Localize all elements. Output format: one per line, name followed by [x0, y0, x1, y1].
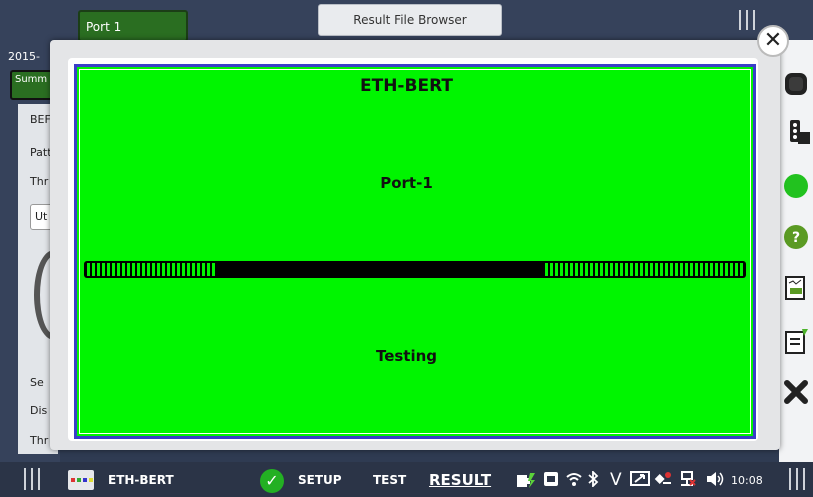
close-button[interactable]: ✕	[757, 25, 789, 57]
progress-segment-right	[545, 263, 743, 276]
wifi-icon	[566, 471, 582, 491]
background-label: BEF	[30, 113, 51, 126]
lan-icon	[543, 471, 559, 491]
date-text: 2015-	[8, 50, 40, 63]
satellite-icon	[653, 471, 673, 491]
svg-text:?: ?	[792, 230, 800, 246]
setup-tab[interactable]: SETUP	[298, 473, 342, 487]
help-icon[interactable]: ?	[782, 223, 810, 251]
reset-icon[interactable]	[782, 378, 810, 406]
result-tab[interactable]: RESULT	[429, 471, 491, 489]
background-label: Thr	[30, 434, 49, 447]
test-name: ETH-BERT	[360, 76, 453, 96]
test-module-icon[interactable]	[68, 470, 94, 490]
test-status-panel	[74, 64, 756, 439]
traffic-light-icon[interactable]	[782, 118, 810, 146]
port-tab[interactable]: Port 1	[78, 10, 188, 42]
grip-handle-icon[interactable]	[737, 8, 759, 34]
screen-share-icon	[630, 471, 650, 491]
result-file-browser-tab[interactable]: Result File Browser	[318, 4, 502, 36]
background-label: Se	[30, 376, 44, 389]
volume-icon[interactable]	[705, 471, 725, 491]
progress-segment-left	[87, 263, 215, 276]
report-icon[interactable]	[782, 274, 810, 302]
check-icon: ✓	[260, 469, 284, 493]
bluetooth-icon	[587, 469, 599, 491]
v-icon: V	[610, 470, 622, 490]
background-label: Dis	[30, 404, 48, 417]
power-plug-icon	[516, 471, 536, 493]
background-label: Patt	[30, 146, 52, 159]
network-icon	[678, 471, 696, 491]
progress-bar	[84, 261, 746, 278]
panel-border	[79, 69, 751, 434]
grip-handle-icon[interactable]	[787, 468, 809, 492]
port-label: Port-1	[380, 174, 433, 192]
grip-handle-icon[interactable]	[22, 468, 44, 492]
result-tab-label: Result File Browser	[353, 13, 467, 27]
test-status: Testing	[375, 347, 438, 365]
test-tab[interactable]: TEST	[373, 473, 406, 487]
port-tab-label: Port 1	[86, 20, 122, 34]
test-name-label[interactable]: ETH-BERT	[108, 473, 174, 487]
close-icon: ✕	[763, 28, 783, 53]
clock: 10:08	[731, 474, 763, 487]
